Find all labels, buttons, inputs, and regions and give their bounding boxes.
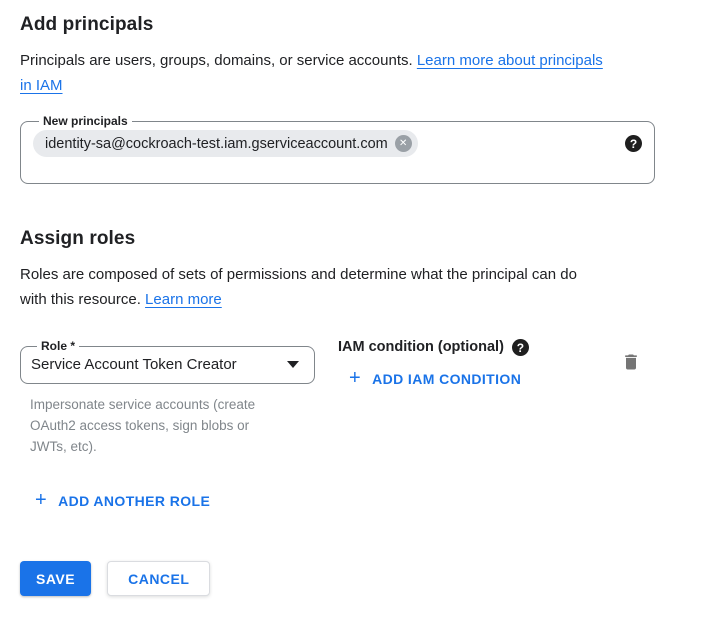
assign-roles-title: Assign roles [20, 226, 693, 252]
footer-actions: SAVE CANCEL [20, 561, 693, 596]
iam-condition-column: IAM condition (optional) ? + ADD IAM CON… [338, 339, 529, 390]
add-another-role-button[interactable]: + ADD ANOTHER ROLE [35, 491, 210, 511]
iam-condition-help-icon[interactable]: ? [512, 339, 529, 356]
page-title: Add principals [20, 12, 693, 38]
delete-role-button[interactable] [621, 352, 641, 372]
role-row: Role * Service Account Token Creator Imp… [20, 339, 693, 457]
add-iam-condition-button[interactable]: + ADD IAM CONDITION [349, 369, 521, 389]
roles-description-line2: with this resource. [20, 291, 145, 308]
plus-icon: + [35, 490, 47, 510]
learn-more-roles-link[interactable]: Learn more [145, 291, 222, 308]
roles-description: Roles are composed of sets of permission… [20, 262, 680, 312]
role-help-text: Impersonate service accounts (create OAu… [30, 394, 280, 457]
new-principals-label: New principals [39, 114, 132, 128]
new-principals-field[interactable]: New principals identity-sa@cockroach-tes… [20, 114, 655, 184]
principal-chip[interactable]: identity-sa@cockroach-test.iam.gservicea… [33, 130, 418, 157]
learn-more-principals-link-line1[interactable]: Learn more about principals [417, 52, 603, 69]
principals-description: Principals are users, groups, domains, o… [20, 48, 680, 98]
cancel-button[interactable]: CANCEL [107, 561, 210, 596]
roles-description-line1: Roles are composed of sets of permission… [20, 266, 577, 283]
trash-icon [621, 352, 641, 372]
new-principals-help-icon[interactable]: ? [625, 135, 642, 152]
role-column: Role * Service Account Token Creator Imp… [20, 339, 315, 457]
delete-role-column [621, 352, 641, 377]
principal-chip-label: identity-sa@cockroach-test.iam.gservicea… [45, 136, 388, 152]
role-select[interactable]: Role * Service Account Token Creator [20, 339, 315, 384]
role-selected-value: Service Account Token Creator [31, 356, 237, 373]
learn-more-principals-link-line2[interactable]: in IAM [20, 77, 63, 94]
chevron-down-icon[interactable] [287, 361, 299, 368]
save-button[interactable]: SAVE [20, 561, 91, 596]
plus-icon: + [349, 368, 361, 388]
chip-remove-icon[interactable]: ✕ [395, 135, 412, 152]
principals-description-text: Principals are users, groups, domains, o… [20, 52, 417, 69]
role-select-label: Role * [37, 339, 79, 353]
add-another-role-label: ADD ANOTHER ROLE [58, 493, 210, 509]
add-principals-panel: Add principals Principals are users, gro… [0, 0, 713, 596]
role-select-value-row[interactable]: Service Account Token Creator [31, 356, 304, 373]
iam-condition-label: IAM condition (optional) [338, 339, 504, 356]
new-principals-input[interactable]: identity-sa@cockroach-test.iam.gservicea… [33, 130, 642, 157]
add-iam-condition-label: ADD IAM CONDITION [372, 371, 521, 387]
